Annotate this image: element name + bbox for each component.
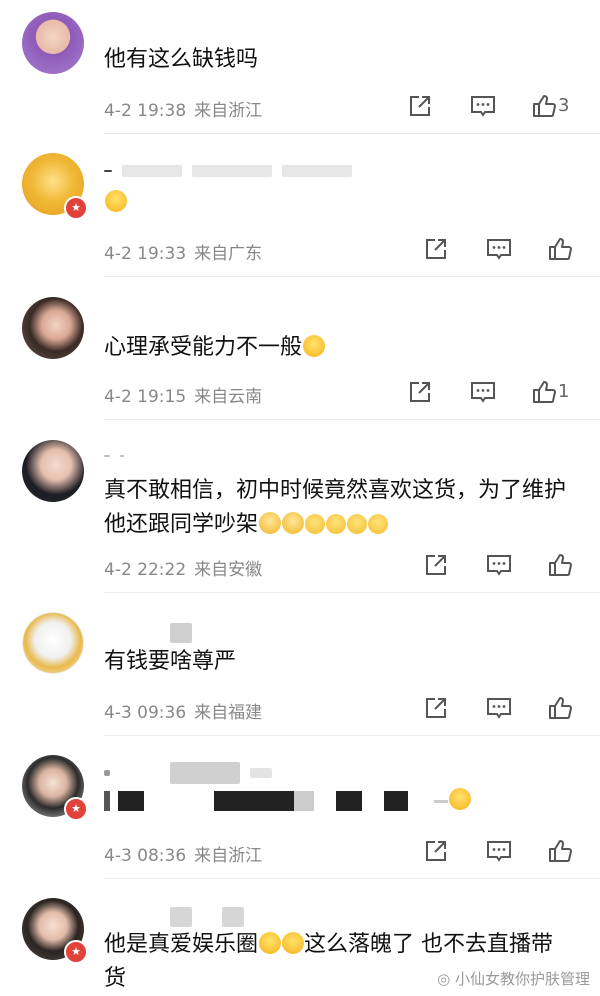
watermark: ◎ 小仙女教你护肤管理	[437, 970, 590, 988]
divider	[104, 133, 600, 134]
avatar[interactable]	[22, 612, 84, 674]
comment-icon[interactable]	[486, 237, 512, 263]
weibo-logo-icon: ◎	[437, 970, 451, 988]
share-icon[interactable]	[408, 380, 432, 406]
comment-actions	[424, 553, 599, 579]
laugh-cry-emoji	[105, 190, 127, 212]
comment-location: 来自安徽	[194, 560, 263, 580]
comment-text	[104, 186, 574, 220]
divider	[104, 276, 600, 277]
upside-down-emoji	[282, 512, 305, 534]
redacted-block	[118, 791, 144, 811]
comment-icon[interactable]	[470, 94, 496, 120]
user-name-redacted	[104, 160, 362, 177]
like-count: 1	[558, 381, 570, 402]
comment-meta: 4-2 19:38 来自浙江	[104, 96, 262, 121]
comment-actions: 3	[408, 94, 583, 120]
comment-time: 4-3 08:36	[104, 846, 187, 866]
share-icon[interactable]	[424, 553, 448, 579]
redacted-block	[104, 791, 110, 811]
avatar[interactable]	[22, 12, 84, 74]
comment-time: 4-2 19:15	[104, 387, 187, 407]
comment-meta: 4-2 19:33 来自广东	[104, 239, 262, 264]
comment-text: 他有这么缺钱吗	[104, 47, 259, 72]
comment-location: 来自云南	[194, 387, 263, 407]
hug-emoji	[305, 514, 326, 534]
comment-actions	[424, 696, 599, 722]
redacted-block	[294, 791, 314, 811]
comment-location: 来自浙江	[194, 101, 263, 121]
hug-emoji	[347, 514, 368, 534]
like-button[interactable]	[548, 237, 572, 263]
comment-meta: 4-2 19:15 来自云南	[104, 382, 262, 407]
like-button[interactable]	[548, 839, 572, 865]
comment-meta: 4-3 09:36 来自福建	[104, 698, 262, 723]
comment-actions	[424, 839, 599, 865]
vip-badge-icon: ★	[64, 940, 88, 964]
share-icon[interactable]	[424, 839, 448, 865]
user-name-redacted	[104, 445, 134, 459]
thumbs-up-icon	[549, 238, 572, 260]
comment-time: 4-2 22:22	[104, 560, 187, 580]
thumbs-up-icon	[549, 554, 572, 576]
thumbs-up-icon	[533, 95, 556, 117]
like-button[interactable]: 1	[532, 380, 569, 406]
hug-emoji	[326, 514, 347, 534]
comment-icon[interactable]	[486, 696, 512, 722]
comment-actions: 1	[408, 380, 583, 406]
laugh-cry-emoji	[449, 788, 471, 810]
thumbs-up-icon	[549, 697, 572, 719]
comment-time: 4-2 19:33	[104, 244, 187, 264]
comment-text: 心理承受能力不一般	[104, 331, 574, 365]
laugh-cry-emoji	[303, 335, 326, 357]
comment-location: 来自福建	[194, 703, 263, 723]
like-count: 3	[558, 95, 570, 116]
comment-icon[interactable]	[486, 553, 512, 579]
like-button[interactable]	[548, 553, 572, 579]
grin-sweat-emoji	[282, 932, 305, 954]
hug-emoji	[368, 514, 389, 534]
avatar[interactable]	[22, 297, 84, 359]
comment-actions	[424, 237, 599, 263]
thumbs-up-icon	[549, 840, 572, 862]
comment-time: 4-3 09:36	[104, 703, 187, 723]
comment-icon[interactable]	[470, 380, 496, 406]
user-name-redacted	[104, 762, 282, 784]
user-name-redacted	[170, 622, 202, 643]
divider	[104, 419, 600, 420]
comment-time: 4-2 19:38	[104, 101, 187, 121]
comment-location: 来自浙江	[194, 846, 263, 866]
divider	[104, 878, 600, 879]
grin-sweat-emoji	[259, 932, 282, 954]
like-button[interactable]: 3	[532, 94, 569, 120]
redacted-block	[336, 791, 362, 811]
comment-meta: 4-2 22:22 来自安徽	[104, 555, 262, 580]
share-icon[interactable]	[408, 94, 432, 120]
comment-meta: 4-3 08:36 来自浙江	[104, 841, 262, 866]
vip-badge-icon: ★	[64, 797, 88, 821]
redacted-block	[434, 799, 448, 803]
vip-badge-icon: ★	[64, 196, 88, 220]
avatar[interactable]	[22, 440, 84, 502]
share-icon[interactable]	[424, 237, 448, 263]
thumbs-up-icon	[533, 381, 556, 403]
comment-icon[interactable]	[486, 839, 512, 865]
share-icon[interactable]	[424, 696, 448, 722]
upside-down-emoji	[259, 512, 282, 534]
user-name-redacted	[170, 906, 254, 927]
like-button[interactable]	[548, 696, 572, 722]
divider	[104, 735, 600, 736]
comment-text-redacted	[104, 784, 574, 818]
divider	[104, 592, 600, 593]
comment-location: 来自广东	[194, 244, 263, 264]
redacted-block	[384, 791, 408, 811]
comment-text: 真不敢相信，初中时候竟然喜欢这货，为了维护他还跟同学吵架	[104, 478, 567, 537]
comment-text: 有钱要啥尊严	[104, 649, 237, 674]
redacted-block	[214, 791, 294, 811]
